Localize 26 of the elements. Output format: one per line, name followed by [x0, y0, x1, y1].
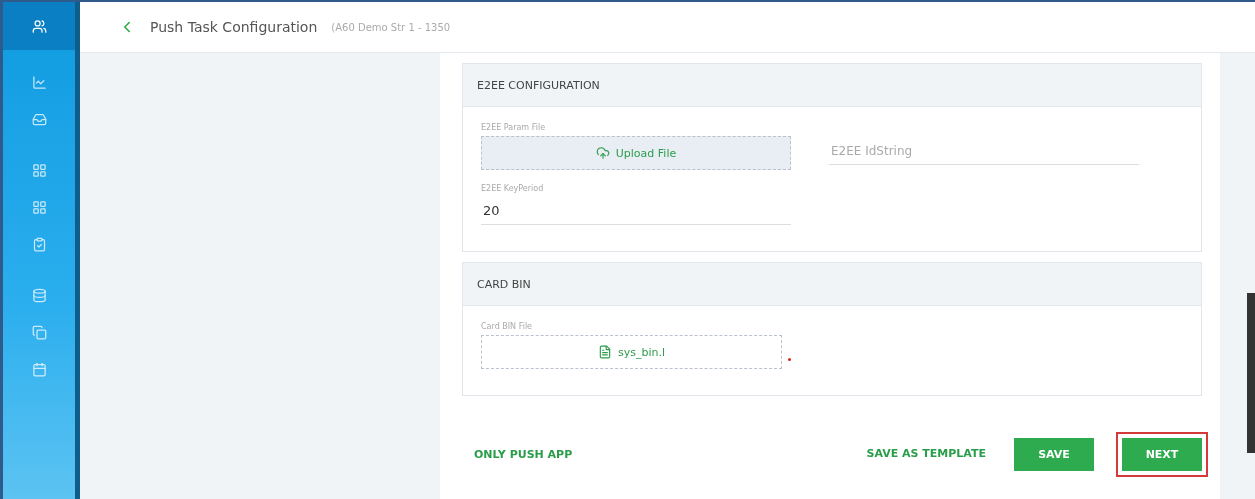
field-label: E2EE Param File	[481, 123, 547, 132]
clipboard-icon	[31, 237, 47, 252]
field-label: Card BIN File	[481, 322, 534, 331]
people-icon	[31, 18, 47, 34]
page-subtitle: (A60 Demo Str 1 - 1350	[331, 21, 451, 33]
action-button[interactable]: SAVE	[1014, 438, 1094, 471]
field-label: E2EE KeyPeriod	[481, 184, 545, 193]
page-title: Push Task Configuration	[150, 19, 318, 35]
inbox-icon	[31, 112, 47, 127]
section-title: CARD BIN	[463, 263, 1201, 306]
cloud-upload-icon	[595, 146, 610, 160]
chart-icon	[31, 75, 47, 90]
section-title: E2EE CONFIGURATION	[463, 64, 1201, 107]
calendar-icon	[31, 362, 47, 377]
text-button[interactable]: SAVE AS TEMPLATE	[860, 446, 992, 463]
action-button[interactable]: NEXT	[1116, 432, 1208, 477]
scrollbar[interactable]	[1247, 293, 1255, 453]
only-push-app-link[interactable]: ONLY PUSH APP	[474, 448, 839, 461]
file-icon	[597, 345, 612, 359]
sidebar-item[interactable]	[3, 2, 75, 50]
database-icon	[31, 288, 47, 303]
upload-button[interactable]: Upload File	[481, 136, 791, 170]
grid-icon	[31, 200, 47, 215]
copy-icon	[31, 325, 47, 340]
grid-icon	[31, 163, 47, 178]
file-button[interactable]: sys_bin.l	[481, 335, 782, 369]
